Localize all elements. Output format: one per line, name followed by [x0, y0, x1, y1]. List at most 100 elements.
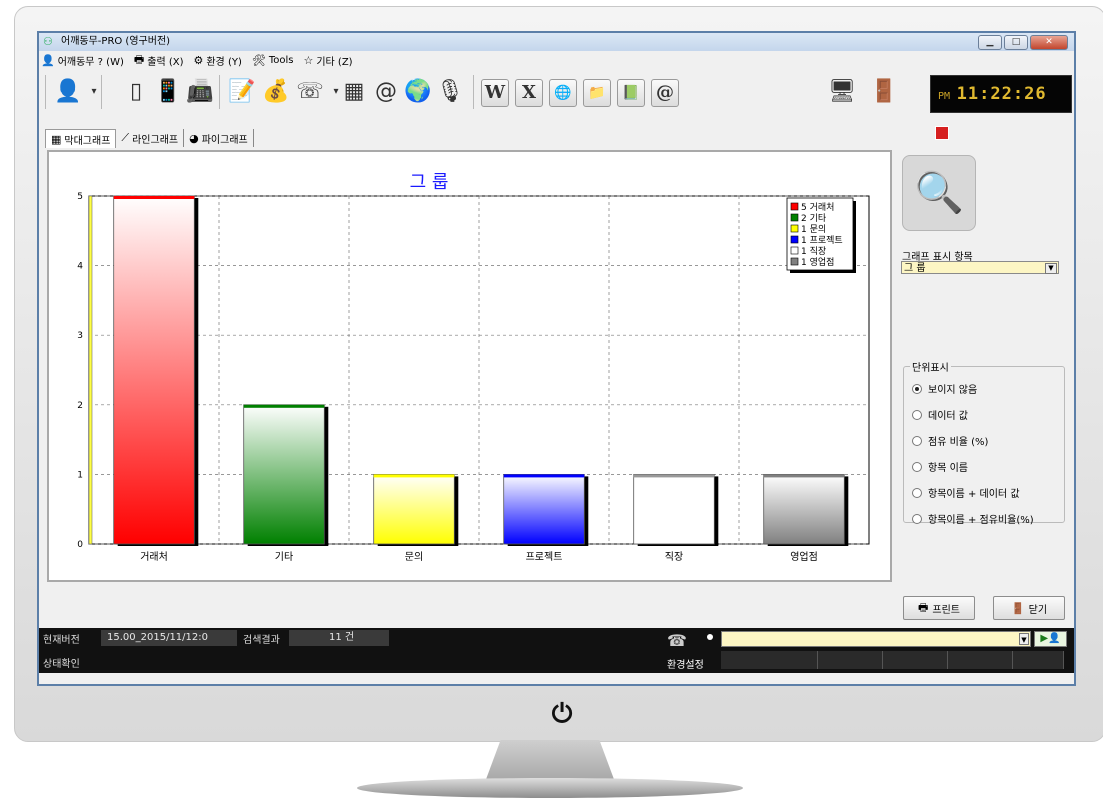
- bar-top: [503, 474, 585, 478]
- status-cell: [1013, 651, 1064, 669]
- printer-icon: 🖶: [918, 600, 929, 614]
- menu-help[interactable]: 👤 어깨동무 ? (W): [41, 53, 124, 68]
- monitor-stand-neck: [485, 740, 615, 782]
- notepad-icon[interactable]: 📝: [227, 77, 257, 107]
- unit-option-name-percent[interactable]: 항목이름 + 점유비율(%): [912, 511, 1034, 526]
- legend-swatch: [790, 202, 799, 211]
- globe-icon[interactable]: 🌍: [403, 77, 433, 107]
- close-button[interactable]: 🚪 닫기: [993, 596, 1065, 620]
- app-logo-icon: ⚇: [43, 35, 53, 48]
- search-person-icon[interactable]: 🔍: [902, 155, 976, 231]
- money-bag-icon[interactable]: 💰: [261, 77, 291, 107]
- menu-tools[interactable]: 🛠 Tools: [252, 54, 294, 67]
- phone-call-icon[interactable]: 📱: [153, 77, 183, 107]
- bar-top: [763, 474, 845, 478]
- toolbar-separator: [219, 75, 220, 109]
- graph-item-select[interactable]: 그 룹 ▼: [901, 261, 1059, 274]
- unit-option-label: 데이터 값: [928, 411, 968, 422]
- folder-icon[interactable]: 📁: [583, 79, 611, 107]
- print-button[interactable]: 🖶 프린트: [903, 596, 975, 620]
- status-cell: [818, 651, 883, 669]
- radio-button[interactable]: [912, 487, 922, 498]
- unit-option-name-value[interactable]: 항목이름 + 데이터 값: [912, 485, 1020, 500]
- settings-link[interactable]: 환경설정: [667, 656, 704, 671]
- email-icon[interactable]: @: [371, 77, 401, 107]
- memo-icon[interactable]: 📗: [617, 79, 645, 107]
- window-title: 어깨동무-PRO (영구버전): [61, 36, 171, 47]
- menu-settings[interactable]: ⚙ 환경 (Y): [193, 53, 241, 68]
- menu-print[interactable]: 🖶 출력 (X): [134, 51, 184, 70]
- unit-option-name[interactable]: 항목 이름: [912, 459, 968, 474]
- tab-line-chart[interactable]: ⟋ 라인그래프: [116, 129, 185, 147]
- radio-button[interactable]: [912, 513, 922, 524]
- print-button-label: 프린트: [932, 604, 960, 616]
- status-dot: [707, 634, 713, 640]
- status-cell: [948, 651, 1013, 669]
- bar: [243, 404, 325, 545]
- power-icon[interactable]: ⏻: [548, 700, 576, 728]
- tab-pie-chart[interactable]: ◕ 파이그래프: [184, 129, 254, 147]
- x-tick-label: 기타: [275, 551, 293, 563]
- chevron-down-icon[interactable]: ▼: [1019, 633, 1029, 645]
- calendar-icon[interactable]: ▦: [339, 77, 369, 107]
- radio-button[interactable]: [912, 461, 922, 472]
- legend-swatch: [790, 235, 799, 244]
- bar-top: [633, 474, 715, 478]
- go-button[interactable]: ▶👤: [1034, 631, 1067, 647]
- menu-tools-label: Tools: [268, 54, 294, 66]
- exit-door-icon[interactable]: 🚪: [869, 77, 899, 107]
- maximize-button[interactable]: □: [1004, 35, 1028, 50]
- bar-top: [243, 404, 325, 408]
- legend-swatch: [790, 257, 799, 266]
- bar-top: [113, 196, 195, 199]
- close-window-button[interactable]: ✕: [1030, 35, 1068, 50]
- bar: [113, 195, 195, 545]
- minimize-button[interactable]: ▁: [978, 35, 1002, 50]
- quick-search-input[interactable]: ▼: [721, 631, 1031, 647]
- legend-label: 1 직장: [801, 246, 826, 257]
- chart-panel: 그 룹 0 1 2 3 4 5 거래처 기타 문의 프로젝트 직장 영업점 5 거래처 2 기타 1 문의 1 …: [47, 150, 892, 582]
- radio-button[interactable]: [912, 383, 922, 394]
- graph-item-value: 그 룹: [904, 263, 926, 274]
- web-globe-icon[interactable]: 🌐: [549, 79, 577, 107]
- radio-button[interactable]: [912, 409, 922, 420]
- tab-pie-chart-label: 파이그래프: [201, 134, 248, 146]
- star-icon: ☆: [303, 53, 314, 67]
- fax-icon[interactable]: 📠: [185, 77, 215, 107]
- word-export-button[interactable]: W: [481, 79, 509, 107]
- unit-option-percent[interactable]: 점유 비율 (%): [912, 433, 988, 448]
- microphone-icon[interactable]: 🎙: [435, 77, 465, 107]
- toolbar-separator: [473, 75, 474, 109]
- version-label: 현재버전: [43, 635, 80, 646]
- unit-option-value[interactable]: 데이터 값: [912, 407, 968, 422]
- clock-ampm: PM: [938, 91, 951, 102]
- radio-button[interactable]: [912, 435, 922, 446]
- unit-display-group: 단위표시 보이지 않음 데이터 값 점유 비율 (%) 항목 이름 항목이름 +…: [903, 359, 1065, 526]
- close-button-label: 닫기: [1028, 604, 1048, 616]
- calendar-grid-icon[interactable]: [935, 126, 949, 140]
- exit-door-icon: 🚪: [1010, 601, 1025, 615]
- telephone-icon[interactable]: ☎: [667, 632, 687, 650]
- x-tick-label: 프로젝트: [526, 551, 563, 563]
- line-chart-icon: ⟋: [121, 131, 130, 144]
- dropdown-arrow-icon[interactable]: ▾: [79, 77, 109, 107]
- toolbar: 👤 ▾ ▯ 📱 📠 📝 💰 ☏ ▾ ▦ @ 🌍 🎙 W X 🌐 📁 📗 @ 🖥 …: [39, 69, 1074, 140]
- legend-label: 2 기타: [801, 213, 827, 224]
- tab-bar-chart[interactable]: ▦ 막대그래프: [45, 129, 117, 148]
- chevron-down-icon[interactable]: ▼: [1045, 263, 1057, 274]
- bar-top: [373, 474, 455, 478]
- status-cell: [883, 651, 948, 669]
- y-tick-label: 1: [77, 470, 83, 480]
- y-tick-label: 3: [77, 331, 83, 341]
- mobile-phone-icon[interactable]: ▯: [121, 77, 151, 107]
- monitor-icon[interactable]: 🖥: [827, 77, 857, 107]
- legend-swatch: [790, 224, 799, 233]
- menu-print-label: 출력 (X): [147, 56, 184, 68]
- y-tick-label: 4: [77, 262, 83, 272]
- legend-swatch: [790, 246, 799, 255]
- unit-option-hide[interactable]: 보이지 않음: [912, 381, 977, 396]
- state-label: 상태확인: [43, 659, 80, 670]
- mail-button[interactable]: @: [651, 79, 679, 107]
- excel-export-button[interactable]: X: [515, 79, 543, 107]
- menu-etc[interactable]: ☆ 기타 (Z): [303, 53, 352, 68]
